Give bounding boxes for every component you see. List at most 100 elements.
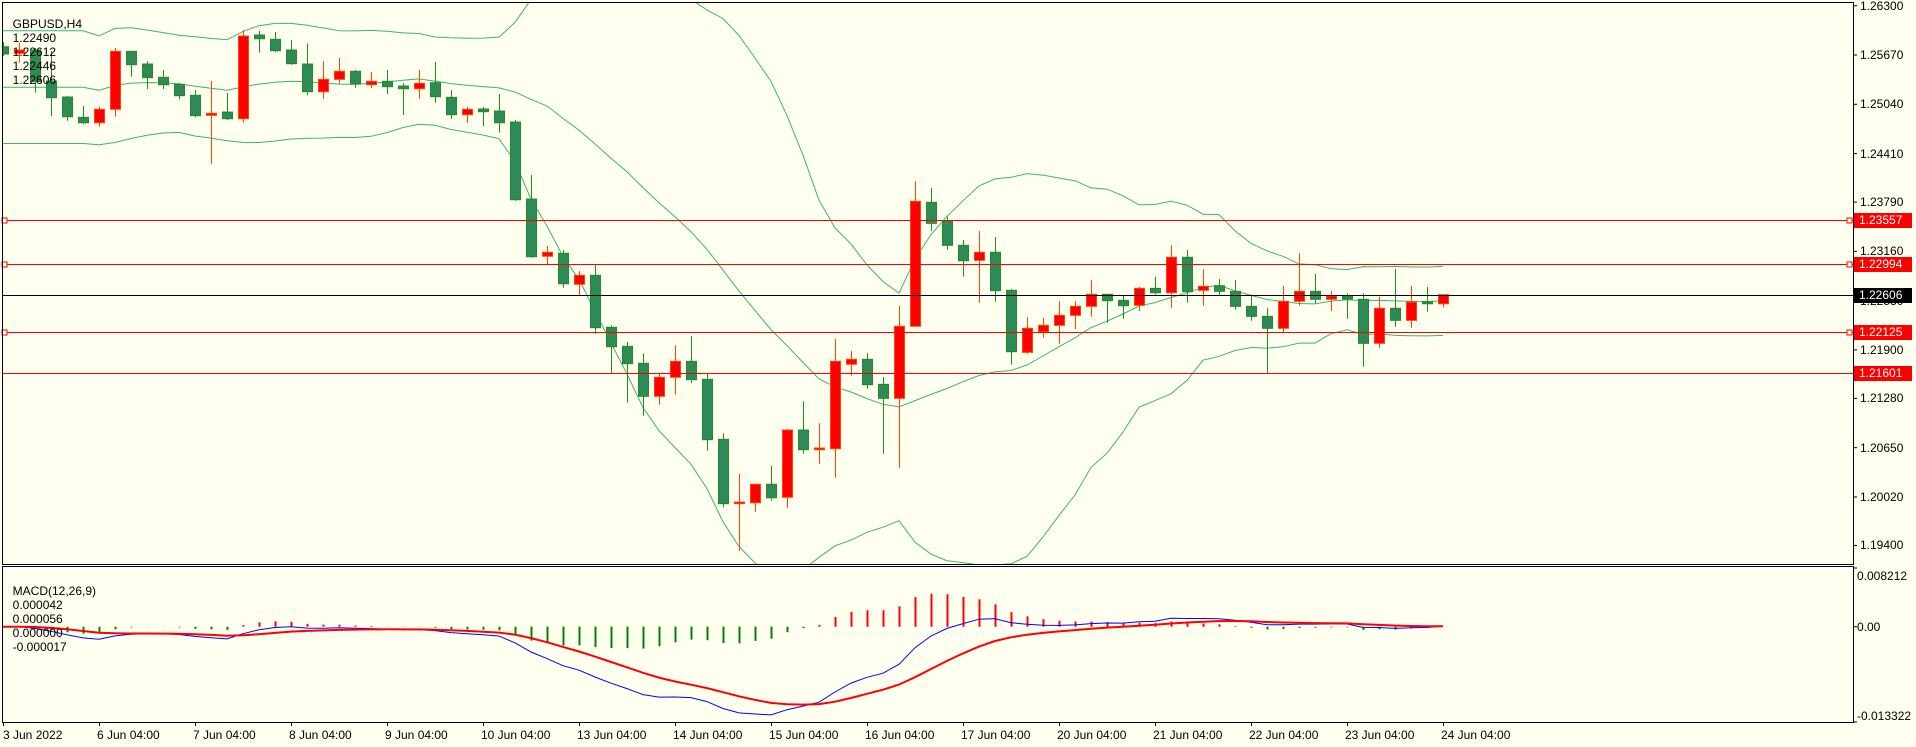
candle-body [1374, 307, 1385, 344]
candle-body [350, 70, 361, 85]
candle-bullish [814, 423, 825, 464]
time-axis-label: 14 Jun 04:00 [673, 728, 743, 742]
ohlc-open: 1.22490 [12, 31, 57, 45]
candle-body [334, 70, 345, 80]
candle-body [142, 63, 153, 79]
candle-bullish [1278, 286, 1289, 332]
candle-body [62, 96, 73, 118]
candle-body [110, 50, 121, 110]
candle-bearish [1102, 293, 1113, 323]
candle-bullish [1086, 279, 1097, 317]
time-axis-label: 22 Jun 04:00 [1249, 728, 1319, 742]
candle-bullish [974, 231, 985, 303]
candle-body [542, 251, 553, 257]
candle-bearish [174, 82, 185, 100]
line-handle[interactable] [1846, 261, 1853, 268]
candle-body [302, 63, 313, 93]
ohlc-low: 1.22446 [12, 59, 57, 73]
candle-bullish [110, 48, 121, 117]
candle-bearish [926, 187, 937, 231]
macd-value: 0.000000 [12, 626, 63, 640]
candle-body [78, 116, 89, 124]
candle-bearish [302, 43, 313, 95]
candle-bearish [526, 175, 537, 258]
candle-bearish [718, 433, 729, 508]
candle-bullish [670, 345, 681, 395]
candle-bullish [94, 106, 105, 127]
macd-label: MACD(12,26,9) [12, 584, 97, 598]
candle-bullish [846, 351, 857, 376]
candle-body [526, 198, 537, 258]
candle-body [318, 78, 329, 93]
candle-bearish [766, 465, 777, 501]
candle-body [382, 80, 393, 88]
candle-body [286, 49, 297, 65]
candle-body [126, 50, 137, 66]
candle-body [1182, 256, 1193, 293]
candle-body [862, 358, 873, 386]
price-level-label: 1.22125 [1854, 325, 1912, 340]
bollinger-upper-band [3, 2, 1444, 294]
candle-body [1022, 327, 1033, 353]
candle-bullish [1406, 286, 1417, 328]
candle-body [1246, 305, 1257, 317]
candle-body [1422, 301, 1433, 305]
candle-body [1294, 290, 1305, 302]
macd-value: -0.000017 [12, 640, 67, 654]
price-chart[interactable] [0, 0, 1916, 747]
line-handle[interactable] [1846, 329, 1853, 336]
time-axis-label: 8 Jun 04:00 [289, 728, 352, 742]
candle-body [814, 447, 825, 451]
candle-body [798, 429, 809, 451]
candle-body [1118, 299, 1129, 307]
price-axis-label: 1.21900 [1860, 342, 1904, 357]
candle-body [158, 76, 169, 86]
candle-bullish [334, 57, 345, 84]
candle-body [574, 274, 585, 285]
candle-body [1134, 287, 1145, 306]
candle-body [654, 376, 665, 397]
candle-bearish [126, 50, 137, 77]
candle-bearish [702, 374, 713, 451]
candle-bearish [1214, 279, 1225, 296]
candle-bullish [318, 61, 329, 100]
candle-bullish [414, 70, 425, 100]
candle-bearish [1310, 274, 1321, 304]
candle-body [1390, 307, 1401, 321]
candle-body [1214, 285, 1225, 292]
bollinger-lower-band [3, 123, 1444, 564]
candle-bearish [1246, 294, 1257, 321]
candle-bearish [990, 237, 1001, 302]
candle-bearish [1390, 269, 1401, 327]
macd-value: 0.000042 [12, 598, 63, 612]
candle-bullish [750, 483, 761, 512]
price-axis-label: 1.26300 [1860, 0, 1904, 13]
candle-body [846, 358, 857, 365]
candle-bullish [782, 428, 793, 508]
candle-bearish [878, 377, 889, 454]
candle-bearish [558, 250, 569, 288]
price-axis-label: 1.25040 [1860, 97, 1904, 112]
candle-bearish [638, 353, 649, 416]
candle-body [270, 38, 281, 52]
candle-body [1198, 285, 1209, 291]
candle-body [1358, 298, 1369, 344]
candle-bearish [1006, 289, 1017, 365]
candle-bearish [142, 61, 153, 90]
macd-axis-label: -0.013322 [1857, 709, 1912, 723]
ohlc-close: 1.22606 [12, 73, 57, 87]
candle-bearish [1358, 293, 1369, 367]
line-handle[interactable] [1846, 217, 1853, 224]
macd-value: 0.000056 [12, 612, 63, 626]
candle-body [878, 383, 889, 399]
candle-body [510, 121, 521, 201]
price-level-label: 1.21601 [1854, 366, 1912, 381]
candle-bullish [1438, 294, 1449, 308]
time-axis-label: 21 Jun 04:00 [1153, 728, 1223, 742]
candle-body [494, 110, 505, 124]
candle-body [1262, 315, 1273, 329]
time-axis-label: 20 Jun 04:00 [1057, 728, 1127, 742]
candle-bearish [398, 83, 409, 116]
candle-bearish [622, 342, 633, 403]
candle-body [958, 244, 969, 262]
